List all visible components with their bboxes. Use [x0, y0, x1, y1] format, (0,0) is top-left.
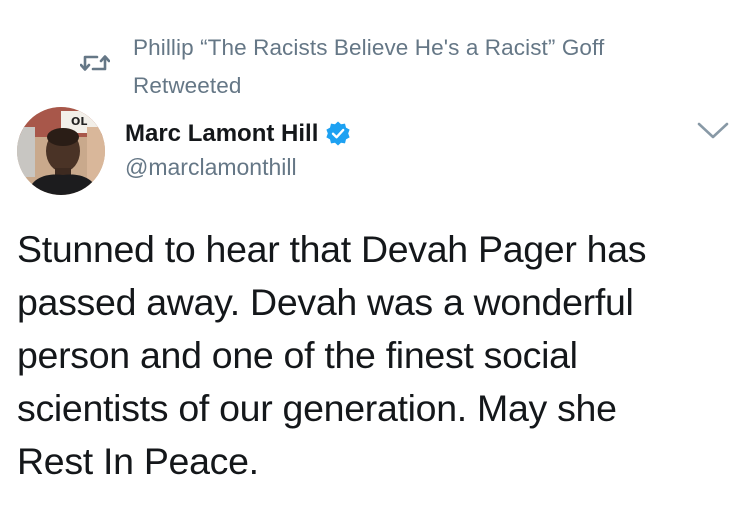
chevron-down-icon[interactable] [696, 120, 730, 142]
tweet-text: Stunned to hear that Devah Pager has pas… [17, 228, 647, 482]
retweet-icon [80, 55, 110, 71]
verified-badge-icon [326, 121, 350, 146]
retweet-context: Phillip “The Racists Believe He's a Raci… [0, 0, 732, 100]
retweeted-text: Retweeted [133, 73, 242, 98]
retweeter-name[interactable]: Phillip “The Racists Believe He's a Raci… [133, 29, 693, 67]
author-name-row[interactable]: Marc Lamont Hill [125, 116, 352, 152]
svg-text:OL: OL [71, 115, 87, 128]
display-name[interactable]: Marc Lamont Hill [125, 120, 318, 148]
retweeted-by-label[interactable]: Phillip “The Racists Believe He's a Raci… [133, 29, 693, 105]
avatar[interactable]: OL [17, 107, 105, 195]
avatar-image: OL [17, 107, 105, 195]
user-handle[interactable]: @marclamonthill [125, 154, 297, 181]
